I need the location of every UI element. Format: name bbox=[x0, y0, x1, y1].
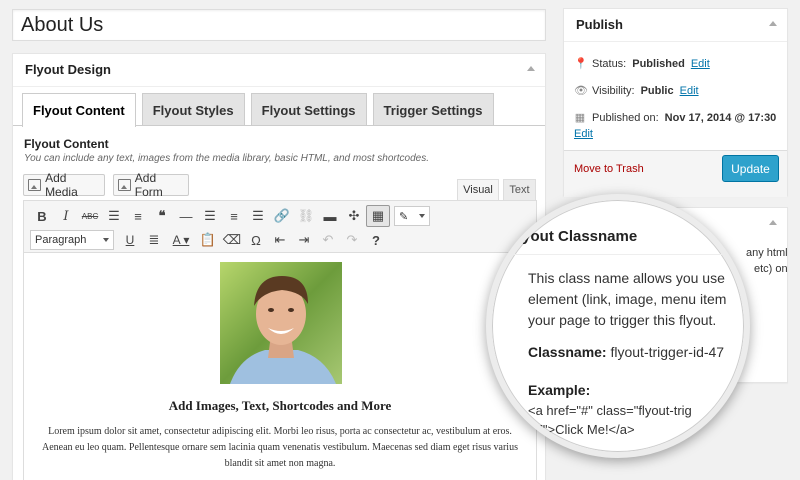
published-label: Published on: bbox=[592, 112, 659, 124]
magnified-divider bbox=[492, 254, 744, 255]
post-title-input[interactable] bbox=[12, 9, 546, 41]
chevron-down-icon bbox=[103, 238, 109, 242]
align-right-icon[interactable]: ☰ bbox=[246, 205, 270, 227]
magnified-content: lyout Classname This class name allows y… bbox=[492, 200, 744, 452]
visibility-edit-link[interactable]: Edit bbox=[680, 85, 699, 97]
publish-box: Publish 📍 Status: Published Edit 👁 Visib… bbox=[563, 8, 788, 197]
text-mode-tab[interactable]: Text bbox=[503, 179, 536, 200]
outdent-icon[interactable]: ⇤ bbox=[268, 229, 292, 251]
collapse-arrow-icon[interactable] bbox=[527, 66, 535, 71]
tab-flyout-settings[interactable]: Flyout Settings bbox=[250, 93, 367, 126]
pencil-icon: ✎ bbox=[399, 210, 409, 223]
editor-toolbar: B I ABC ☰ ≡ ❝ — ☰ ≡ ☰ 🔗 ⛓ ▬ ✣ ▦ ✎ Paragr… bbox=[24, 201, 536, 253]
media-icon bbox=[28, 179, 42, 191]
read-more-icon[interactable]: ▬ bbox=[318, 205, 342, 227]
add-media-label: Add Media bbox=[45, 171, 78, 199]
tab-trigger-settings[interactable]: Trigger Settings bbox=[372, 93, 494, 126]
classname-value: flyout-trigger-id-47 bbox=[610, 344, 725, 360]
numbered-list-icon[interactable]: ≡ bbox=[126, 205, 150, 227]
published-row: ▦ Published on: Nov 17, 2014 @ 17:30 bbox=[574, 112, 779, 124]
portrait-svg bbox=[220, 262, 342, 384]
clear-formatting-icon[interactable]: ⌫ bbox=[220, 229, 244, 251]
undo-icon[interactable]: ↶ bbox=[316, 229, 340, 251]
form-icon bbox=[118, 179, 131, 191]
indent-icon[interactable]: ⇥ bbox=[292, 229, 316, 251]
portrait-image[interactable] bbox=[220, 262, 342, 384]
chevron-down-icon bbox=[419, 214, 425, 218]
bullet-list-icon[interactable]: ☰ bbox=[102, 205, 126, 227]
special-character-icon[interactable]: Ω bbox=[244, 229, 268, 251]
eye-icon: 👁 bbox=[574, 85, 588, 97]
redo-icon[interactable]: ↷ bbox=[340, 229, 364, 251]
magnified-classname: Classname: flyout-trigger-id-47 bbox=[528, 344, 724, 360]
content-heading: Add Images, Text, Shortcodes and More bbox=[168, 398, 392, 413]
visual-mode-tab[interactable]: Visual bbox=[457, 179, 499, 200]
pin-icon: 📍 bbox=[574, 58, 588, 70]
classname-label: Classname: bbox=[528, 344, 607, 360]
add-form-button[interactable]: Add Form bbox=[113, 171, 189, 199]
text-color-icon[interactable]: A ▾ bbox=[166, 229, 196, 251]
blockquote-icon[interactable]: ❝ bbox=[150, 205, 174, 227]
visibility-label: Visibility: bbox=[592, 85, 635, 97]
italic-icon[interactable]: I bbox=[54, 205, 78, 227]
tab-flyout-content[interactable]: Flyout Content bbox=[22, 93, 136, 127]
status-label: Status: bbox=[592, 58, 627, 70]
help-icon[interactable]: ? bbox=[364, 229, 388, 251]
magnified-title: lyout Classname bbox=[518, 228, 638, 245]
publish-title[interactable]: Publish bbox=[564, 9, 787, 42]
section-label: Flyout Content bbox=[24, 137, 109, 151]
calendar-icon: ▦ bbox=[574, 112, 586, 124]
toolbar-row-2: Paragraph U ≣ A ▾ 📋 ⌫ Ω ⇤ ⇥ ↶ ↷ ? bbox=[30, 229, 388, 251]
collapse-arrow-icon[interactable] bbox=[769, 21, 777, 26]
align-left-icon[interactable]: ☰ bbox=[198, 205, 222, 227]
add-media-button[interactable]: Add Media bbox=[23, 171, 105, 199]
format-select-value: Paragraph bbox=[35, 234, 87, 246]
horizontal-rule-icon[interactable]: — bbox=[174, 205, 198, 227]
visibility-value: Public bbox=[640, 85, 674, 97]
magnified-line-2: element (link, image, menu item bbox=[528, 291, 727, 307]
edit-dropdown[interactable]: ✎ bbox=[394, 206, 430, 226]
example-code-1: <a href="#" class="flyout-trig bbox=[528, 403, 692, 418]
editor-content-area[interactable]: Add Images, Text, Shortcodes and More Lo… bbox=[24, 253, 536, 480]
link-icon[interactable]: 🔗 bbox=[270, 205, 294, 227]
add-form-label: Add Form bbox=[134, 171, 163, 199]
move-to-trash-link[interactable]: Move to Trash bbox=[574, 163, 644, 175]
visibility-row: 👁 Visibility: Public Edit bbox=[574, 85, 699, 97]
section-description: You can include any text, images from th… bbox=[24, 153, 429, 164]
tab-flyout-styles[interactable]: Flyout Styles bbox=[141, 93, 245, 126]
toolbar-row-1: B I ABC ☰ ≡ ❝ — ☰ ≡ ☰ 🔗 ⛓ ▬ ✣ ▦ ✎ bbox=[30, 205, 434, 227]
status-edit-link[interactable]: Edit bbox=[691, 58, 710, 70]
flyout-design-box: Flyout Design Flyout Content Flyout Styl… bbox=[12, 53, 546, 480]
paste-text-icon[interactable]: 📋 bbox=[196, 229, 220, 251]
toolbar-toggle-icon[interactable]: ▦ bbox=[366, 205, 390, 227]
bold-icon[interactable]: B bbox=[30, 205, 54, 227]
fullscreen-icon[interactable]: ✣ bbox=[342, 205, 366, 227]
strikethrough-icon[interactable]: ABC bbox=[78, 205, 102, 227]
rich-text-editor: B I ABC ☰ ≡ ❝ — ☰ ≡ ☰ 🔗 ⛓ ▬ ✣ ▦ ✎ Paragr… bbox=[23, 200, 537, 480]
content-body: Lorem ipsum dolor sit amet, consectetur … bbox=[42, 426, 518, 469]
magnified-line-3: your page to trigger this flyout. bbox=[528, 312, 717, 328]
update-button[interactable]: Update bbox=[722, 155, 779, 182]
magnified-line-1: This class name allows you use bbox=[528, 270, 725, 286]
flyout-tabs: Flyout Content Flyout Styles Flyout Sett… bbox=[22, 93, 494, 127]
format-select[interactable]: Paragraph bbox=[30, 230, 114, 250]
unlink-icon[interactable]: ⛓ bbox=[294, 205, 318, 227]
example-code-2: id-47">Click Me!</a> bbox=[514, 422, 635, 437]
collapse-arrow-icon[interactable] bbox=[769, 220, 777, 225]
underline-icon[interactable]: U bbox=[118, 229, 142, 251]
status-value: Published bbox=[632, 58, 685, 70]
status-row: 📍 Status: Published Edit bbox=[574, 58, 710, 70]
side-text-fragment-2: etc) on bbox=[754, 263, 788, 275]
flyout-design-title[interactable]: Flyout Design bbox=[13, 54, 545, 87]
published-edit-link[interactable]: Edit bbox=[574, 128, 593, 140]
side-text-fragment-1: any html bbox=[746, 247, 788, 259]
magnifier-lens: lyout Classname This class name allows y… bbox=[486, 194, 750, 458]
published-value: Nov 17, 2014 @ 17:30 bbox=[664, 112, 777, 124]
justify-icon[interactable]: ≣ bbox=[142, 229, 166, 251]
align-center-icon[interactable]: ≡ bbox=[222, 205, 246, 227]
example-label: Example: bbox=[528, 382, 591, 398]
